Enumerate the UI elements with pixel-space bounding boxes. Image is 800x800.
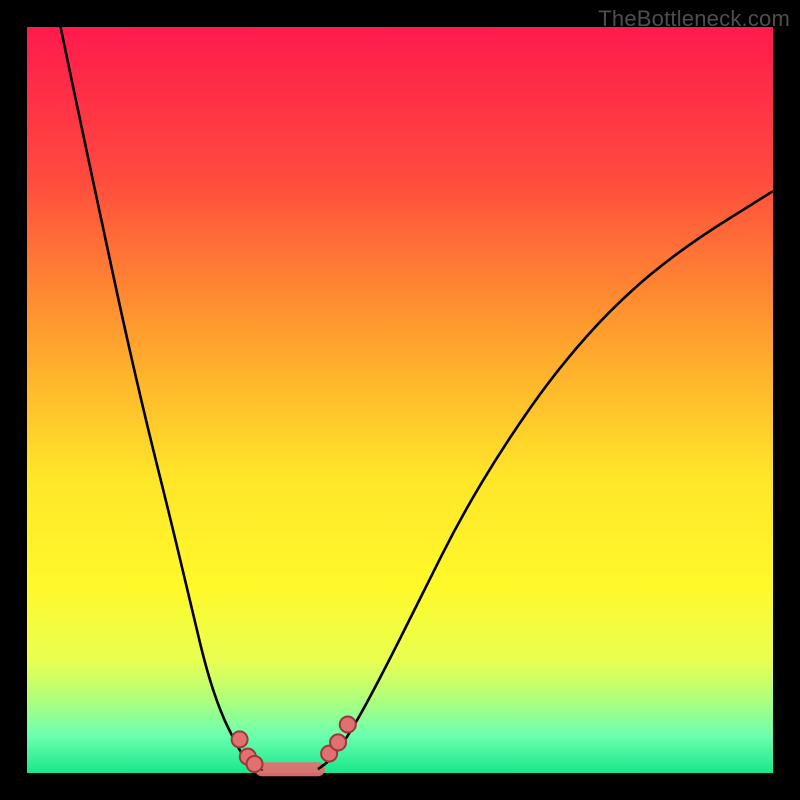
chart-frame [27,27,773,773]
data-marker [247,756,263,772]
data-marker [232,731,248,747]
left-curve-path [61,27,262,769]
right-curve-path [318,191,773,769]
chart-svg [27,27,773,773]
data-marker [330,734,346,750]
data-marker [340,717,356,733]
watermark-text: TheBottleneck.com [598,6,790,32]
